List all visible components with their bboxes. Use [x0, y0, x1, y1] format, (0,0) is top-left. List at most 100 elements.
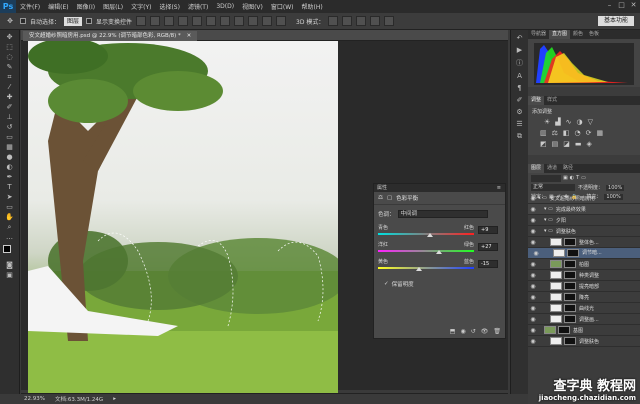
distribute-top-icon[interactable] [220, 16, 231, 26]
channel-mixer-icon[interactable]: ⟳ [586, 129, 592, 137]
menu-type[interactable]: 文字(Y) [127, 2, 155, 11]
3d-roll-icon[interactable] [342, 16, 353, 26]
tool-presets-icon[interactable]: ⚙ [516, 108, 522, 116]
check-icon[interactable]: ✓ [384, 281, 389, 287]
curves-icon[interactable]: ∿ [566, 118, 572, 126]
blend-mode-dropdown[interactable]: 正常 [531, 184, 575, 191]
tab-channels[interactable]: 通道 [544, 164, 560, 173]
layer-thumbnail[interactable] [550, 293, 562, 301]
visibility-eye-icon[interactable]: ◉ [528, 228, 538, 235]
layer-mask-thumbnail[interactable] [564, 260, 576, 268]
quick-select-tool-icon[interactable]: ✎ [4, 63, 16, 71]
layer-mask-thumbnail[interactable] [564, 304, 576, 312]
visibility-eye-icon[interactable]: ◉ [528, 316, 538, 323]
visibility-eye-icon[interactable]: ◉ [528, 217, 538, 224]
eraser-tool-icon[interactable]: ▭ [4, 133, 16, 141]
document-canvas[interactable] [28, 41, 338, 394]
invert-icon[interactable]: ◩ [540, 140, 547, 148]
cyan-red-slider[interactable]: 青色 红色 +9 [378, 224, 502, 237]
mask-icon[interactable]: ▢ [387, 195, 392, 201]
minimize-icon[interactable]: – [605, 1, 614, 10]
tab-color[interactable]: 颜色 [570, 30, 586, 39]
3d-drag-icon[interactable] [356, 16, 367, 26]
color-swatches[interactable] [2, 245, 17, 259]
blur-tool-icon[interactable]: ● [4, 153, 16, 161]
distribute-right-icon[interactable] [276, 16, 287, 26]
folder-icon[interactable]: ▾ ▭ [544, 206, 553, 212]
layer-thumbnail[interactable] [550, 271, 562, 279]
layer-row[interactable]: ◉ 调整画... [528, 314, 640, 325]
cyan-red-value[interactable]: +9 [478, 226, 498, 234]
visibility-eye-icon[interactable]: ◉ [528, 294, 538, 301]
layer-row[interactable]: ◉ ▾ ▭ 夕阳 [528, 215, 640, 226]
filter-kind-dropdown[interactable] [531, 175, 561, 182]
maximize-icon[interactable]: □ [617, 1, 626, 10]
layer-thumbnail[interactable] [544, 326, 556, 334]
close-tab-icon[interactable]: ✕ [187, 33, 192, 39]
color-balance-adj-icon[interactable]: ⚖ [552, 129, 558, 137]
eyedropper-tool-icon[interactable]: ⁄ [4, 83, 16, 91]
properties-header[interactable]: 属性 ≡ [374, 184, 505, 192]
yellow-blue-slider[interactable]: 黄色 蓝色 -15 [378, 258, 502, 271]
visibility-eye-icon[interactable]: ◉ [528, 338, 538, 345]
distribute-bottom-icon[interactable] [248, 16, 259, 26]
distribute-left-icon[interactable] [262, 16, 273, 26]
menu-edit[interactable]: 编辑(E) [44, 2, 72, 11]
clone-stamp-tool-icon[interactable]: ⊥ [4, 113, 16, 121]
align-hcenter-icon[interactable] [192, 16, 203, 26]
path-select-tool-icon[interactable]: ➤ [4, 193, 16, 201]
preserve-luminosity-row[interactable]: ✓ 保留明度 [384, 280, 414, 288]
visibility-eye-icon[interactable]: ◉ [528, 283, 538, 290]
tab-adjustments[interactable]: 调整 [528, 96, 545, 105]
visibility-eye-icon[interactable]: ◉ [528, 327, 538, 334]
layer-mask-thumbnail[interactable] [564, 271, 576, 279]
3d-scale-icon[interactable] [384, 16, 395, 26]
tab-swatches[interactable]: 色板 [586, 30, 602, 39]
color-lookup-icon[interactable]: ▦ [597, 129, 604, 137]
folder-icon[interactable]: ▾ ▭ [544, 228, 553, 234]
layer-row[interactable]: ◉ 降亮 [528, 292, 640, 303]
quick-mask-icon[interactable]: ◙ [4, 261, 16, 269]
gradient-map-icon[interactable]: ▬ [575, 140, 582, 148]
character-panel-icon[interactable]: A [517, 72, 522, 80]
document-tab[interactable]: 安文超婚纱照暗房用.psd @ 22.9% (调节暗部色彩, RGB/8) * … [23, 31, 198, 41]
clip-layer-icon[interactable]: ⬒ [450, 328, 456, 335]
visibility-eye-icon[interactable]: ◉ [528, 261, 538, 268]
menu-window[interactable]: 窗口(W) [267, 2, 298, 11]
info-panel-icon[interactable]: ⓘ [516, 58, 523, 68]
menu-filter[interactable]: 滤镜(T) [184, 2, 212, 11]
auto-select-checkbox[interactable] [20, 18, 26, 24]
align-left-icon[interactable] [178, 16, 189, 26]
layer-row[interactable]: ◉ 曲线光 [528, 303, 640, 314]
visibility-eye-icon[interactable]: ◉ [528, 206, 538, 213]
cyan-red-thumb[interactable] [426, 233, 433, 237]
visibility-icon[interactable]: 👁 [481, 328, 489, 335]
layer-row[interactable]: ◉ 种类调整 [528, 270, 640, 281]
menu-image[interactable]: 图像(I) [73, 2, 99, 11]
type-tool-icon[interactable]: T [4, 183, 16, 191]
align-vcenter-icon[interactable] [150, 16, 161, 26]
shape-tool-icon[interactable]: ▭ [4, 203, 16, 211]
folder-icon[interactable]: ▾ ▭ [544, 217, 553, 223]
visibility-eye-icon[interactable]: ◉ [531, 249, 541, 258]
magenta-green-slider[interactable]: 洋红 绿色 +27 [378, 241, 502, 254]
yellow-blue-value[interactable]: -15 [478, 260, 498, 268]
delete-icon[interactable]: 🗑 [493, 328, 501, 335]
selective-color-icon[interactable]: ◈ [587, 140, 592, 148]
filter-pixel-icon[interactable]: ▣ [563, 175, 568, 182]
close-icon[interactable]: ✕ [629, 1, 638, 10]
menu-file[interactable]: 文件(F) [16, 2, 44, 11]
tab-styles[interactable]: 样式 [544, 96, 560, 105]
menu-layer[interactable]: 图层(L) [99, 2, 127, 11]
marquee-tool-icon[interactable]: ⬚ [4, 43, 16, 51]
healing-tool-icon[interactable]: ✚ [4, 93, 16, 101]
3d-rotate-icon[interactable] [328, 16, 339, 26]
actions-panel-icon[interactable]: ▶ [517, 46, 522, 54]
history-brush-tool-icon[interactable]: ↺ [4, 123, 16, 131]
layer-row[interactable]: ◉ 基图 [528, 325, 640, 336]
move-tool-icon[interactable]: ✥ [4, 33, 16, 41]
levels-icon[interactable]: ▟ [555, 118, 560, 126]
workspace-switcher[interactable]: 基本功能 [597, 16, 634, 26]
panel-menu-icon[interactable]: ≡ [497, 184, 501, 192]
filter-adjust-icon[interactable]: ◐ [570, 175, 574, 182]
